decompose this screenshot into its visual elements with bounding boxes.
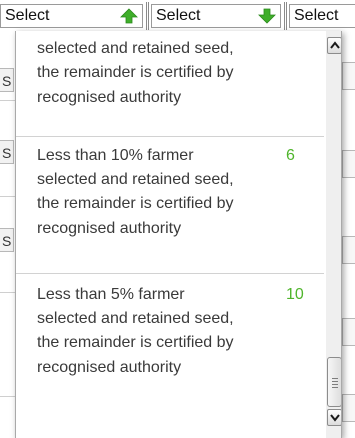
dropdown-scrollbar[interactable]: [326, 31, 341, 438]
header-divider: [286, 2, 287, 30]
header-divider: [284, 2, 285, 30]
header-divider: [148, 2, 149, 30]
option-text: Less than 5% farmer selected and retaine…: [37, 286, 234, 376]
select-label: Select: [156, 7, 201, 24]
dropdown-option[interactable]: Less than 15% farmer selected and retain…: [16, 31, 324, 137]
scroll-grip-line: [332, 387, 338, 388]
option-score: 6: [286, 31, 295, 37]
scroll-up-button[interactable]: [327, 37, 341, 54]
option-list: Less than 15% farmer selected and retain…: [16, 31, 324, 414]
select-third[interactable]: Select: [289, 4, 355, 28]
up-arrow-icon[interactable]: [120, 8, 138, 24]
background-row-divider: [0, 292, 15, 293]
option-score: 6: [286, 147, 295, 164]
background-right-cell: [342, 394, 355, 422]
select-label: Select: [5, 7, 50, 24]
background-right-cell: [342, 318, 355, 346]
background-right-cell: [342, 236, 355, 264]
chevron-down-icon: [330, 414, 340, 422]
scroll-grip-line: [332, 381, 338, 382]
background-right-cell: [342, 62, 355, 90]
dropdown-option[interactable]: Less than 5% farmer selected and retaine…: [16, 274, 324, 414]
sort-select-ascending[interactable]: Select: [0, 4, 143, 28]
background-row-divider: [0, 196, 15, 197]
dropdown-list[interactable]: Less than 15% farmer selected and retain…: [15, 31, 342, 438]
background-row-divider: [0, 396, 15, 397]
scroll-grip-line: [332, 378, 338, 379]
scroll-grip-line: [332, 384, 338, 385]
scroll-thumb[interactable]: [327, 357, 341, 407]
option-text: Less than 10% farmer selected and retain…: [37, 147, 234, 237]
chevron-up-icon: [330, 41, 340, 49]
option-text: Less than 15% farmer selected and retain…: [37, 31, 234, 106]
scroll-down-button[interactable]: [327, 409, 341, 426]
background-right-cell: [342, 150, 355, 178]
background-row-divider: [0, 100, 15, 101]
header-divider: [146, 2, 147, 30]
select-label: Select: [294, 7, 339, 24]
header-select-row: Select Select Select: [0, 0, 355, 31]
sort-select-descending[interactable]: Select: [151, 4, 281, 28]
dropdown-option[interactable]: Less than 10% farmer selected and retain…: [16, 137, 324, 274]
down-arrow-icon[interactable]: [258, 8, 276, 24]
background-cell-fragment: S: [0, 228, 14, 252]
option-score: 10: [286, 286, 304, 303]
background-cell-fragment: S: [0, 68, 14, 92]
background-cell-fragment: S: [0, 140, 14, 164]
